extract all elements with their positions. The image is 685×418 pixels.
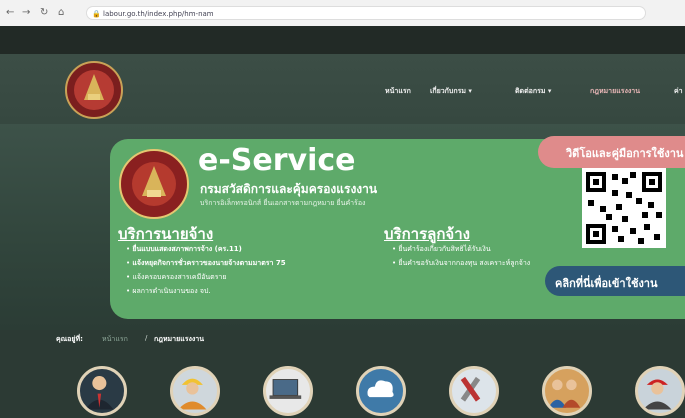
menu-about[interactable]: เกี่ยวกับกรม ▾ (430, 86, 472, 97)
address-bar[interactable]: 🔒 labour.go.th/index.php/hm-nam (86, 6, 646, 20)
lock-icon: 🔒 (92, 10, 101, 18)
menu-home[interactable]: หน้าแรก (385, 86, 411, 97)
top-band (0, 26, 685, 54)
employee-item[interactable]: • ยื่นคำขอรับเงินจากกองทุน สงเคราะห์ลูกจ… (392, 258, 532, 269)
workers-icon[interactable] (542, 366, 592, 416)
firefighter-icon[interactable] (635, 366, 685, 416)
employer-item[interactable]: • ยื่นแบบแสดงสภาพการจ้าง (คร.11) (126, 244, 242, 255)
reload-icon[interactable]: ↻ (40, 7, 48, 18)
department-logo[interactable] (58, 60, 130, 120)
browser-toolbar: ← → ↻ ⌂ 🔒 labour.go.th/index.php/hm-nam (0, 0, 685, 27)
menu-contact[interactable]: ติดต่อกรม ▾ (515, 86, 551, 97)
home-icon[interactable]: ⌂ (58, 7, 64, 18)
employer-item[interactable]: • แจ้งหยุดกิจการชั่วคราวของนายจ้างตามมาต… (126, 258, 286, 269)
forward-icon[interactable]: → (22, 7, 30, 18)
breadcrumb-label: คุณอยู่ที่: (56, 335, 83, 343)
eservice-title: e-Service (198, 143, 356, 178)
employee-item[interactable]: • ยื่นคำร้องเกี่ยวกับสิทธิได้รับเงิน (392, 244, 491, 255)
menu-labour-law[interactable]: กฎหมายแรงงาน (590, 86, 640, 97)
businessman-icon[interactable] (77, 366, 127, 416)
url-text: labour.go.th/index.php/hm-nam (103, 10, 214, 18)
laptop-icon[interactable] (263, 366, 313, 416)
qr-code (582, 168, 666, 248)
menu-more[interactable]: ค่า (674, 86, 683, 97)
eservice-subtitle: กรมสวัสดิการและคุ้มครองแรงงาน (200, 182, 378, 196)
breadcrumb-separator: / (145, 334, 148, 342)
video-manual-label: วิดีโอและคู่มือการใช้งาน (566, 147, 684, 160)
breadcrumb-home[interactable]: หน้าแรก (102, 334, 128, 345)
employer-item[interactable]: • ผลการดำเนินงานของ จป. (126, 286, 211, 297)
employer-heading[interactable]: บริการนายจ้าง (118, 222, 213, 246)
video-manual-link[interactable]: วิดีโอและคู่มือการใช้งาน (538, 136, 685, 168)
back-icon[interactable]: ← (6, 7, 14, 18)
eservice-subtitle2: บริการอิเล็กทรอนิกส์ ยื่นเอกสารตามกฎหมาย… (200, 199, 366, 207)
enter-service-button[interactable]: คลิกที่นี่เพื่อเข้าใช้งาน ❯ (545, 266, 685, 296)
worker-helmet-icon[interactable] (170, 366, 220, 416)
eservice-seal-icon (119, 149, 189, 219)
breadcrumb-current: กฎหมายแรงงาน (154, 335, 205, 343)
employer-item[interactable]: • แจ้งครอบครองสารเคมีอันตราย (126, 272, 227, 283)
tools-icon[interactable] (449, 366, 499, 416)
employee-heading[interactable]: บริการลูกจ้าง (384, 222, 470, 246)
cloud-icon[interactable] (356, 366, 406, 416)
enter-service-label: คลิกที่นี่เพื่อเข้าใช้งาน (555, 277, 658, 290)
